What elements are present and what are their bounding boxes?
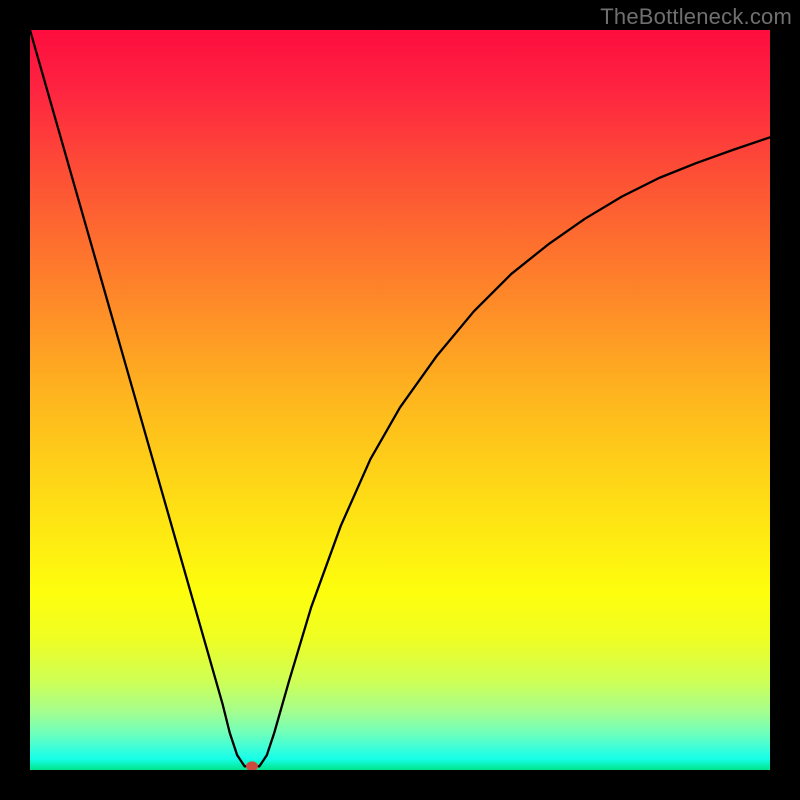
bottleneck-curve: [30, 30, 770, 766]
marker-dot: [246, 761, 258, 770]
chart-frame: TheBottleneck.com: [0, 0, 800, 800]
plot-area: [30, 30, 770, 770]
curve-layer: [30, 30, 770, 770]
watermark-text: TheBottleneck.com: [600, 4, 792, 30]
